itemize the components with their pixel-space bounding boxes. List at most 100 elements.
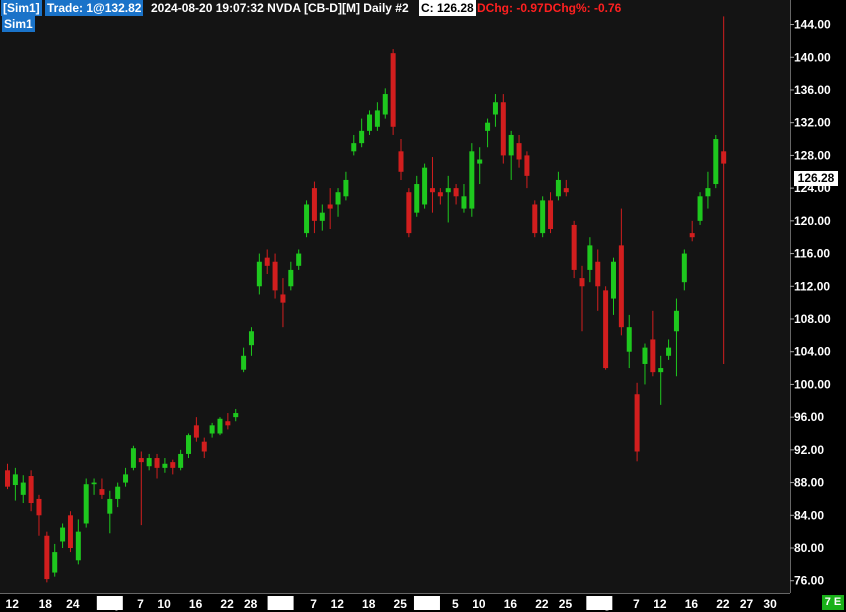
candle-body-down[interactable] <box>264 257 270 266</box>
candle-body-up[interactable] <box>445 188 451 193</box>
candle-body-down[interactable] <box>406 192 412 234</box>
candle-body-up[interactable] <box>241 355 247 370</box>
candle-body-down[interactable] <box>618 245 624 328</box>
candle-body-up[interactable] <box>461 196 467 209</box>
candle-body-up[interactable] <box>162 463 168 468</box>
price-chart[interactable]: 76.00 80.00 84.00 88.00 92.00 96.00 100.00 104.… <box>0 0 846 612</box>
candle-body-down[interactable] <box>327 204 333 209</box>
candle-body-down[interactable] <box>595 261 601 287</box>
price-tick-label: 144.00 <box>794 18 831 32</box>
candle-body-up[interactable] <box>130 448 136 468</box>
candle-body-up[interactable] <box>485 122 491 131</box>
sim-account-tag[interactable]: Sim1 <box>2 16 35 32</box>
candle-body-up[interactable] <box>642 347 648 364</box>
candle-body-up[interactable] <box>540 200 546 234</box>
candle-body-up[interactable] <box>673 310 679 332</box>
candle-body-down[interactable] <box>398 151 404 172</box>
candle-body-up[interactable] <box>12 474 18 486</box>
candle-body-up[interactable] <box>587 245 593 270</box>
candle-body-down[interactable] <box>193 425 199 438</box>
candle-body-down[interactable] <box>429 188 435 193</box>
candle-body-up[interactable] <box>351 143 357 152</box>
candle-body-up[interactable] <box>508 134 514 156</box>
candle-body-down[interactable] <box>390 53 396 127</box>
candle-body-down[interactable] <box>36 498 42 516</box>
candle-body-up[interactable] <box>492 102 498 115</box>
candle-body-up[interactable] <box>382 94 388 115</box>
candle-body-down[interactable] <box>272 261 278 291</box>
candle-body-down[interactable] <box>311 188 317 221</box>
candle-body-up[interactable] <box>335 192 341 205</box>
candle-body-up[interactable] <box>91 482 97 485</box>
candle-body-up[interactable] <box>555 179 561 197</box>
candle-body-up[interactable] <box>705 188 711 197</box>
candle-body-up[interactable] <box>319 212 325 221</box>
candle-body-up[interactable] <box>697 196 703 221</box>
candle-body-up[interactable] <box>209 425 215 434</box>
candle-body-down[interactable] <box>634 394 640 452</box>
candle-body-up[interactable] <box>186 435 192 454</box>
candle-body-up[interactable] <box>20 482 26 495</box>
candle-body-down[interactable] <box>721 151 727 164</box>
candle-body-up[interactable] <box>296 253 302 266</box>
candle-body-up[interactable] <box>367 114 373 131</box>
price-tick-label: 140.00 <box>794 50 831 64</box>
candle-body-up[interactable] <box>75 531 81 561</box>
candle-body-up[interactable] <box>666 347 672 356</box>
candle-body-down[interactable] <box>67 515 73 549</box>
candle-body-down[interactable] <box>280 294 286 303</box>
candle-body-up[interactable] <box>233 413 239 418</box>
candle-body-down[interactable] <box>225 421 231 426</box>
date-tick-label: 12 <box>331 597 345 611</box>
candle-body-up[interactable] <box>359 130 365 144</box>
candle-body-up[interactable] <box>304 204 310 234</box>
candle-body-up[interactable] <box>713 139 719 185</box>
candle-body-up[interactable] <box>288 269 294 287</box>
candle-body-up[interactable] <box>83 484 89 524</box>
candle-body-up[interactable] <box>681 253 687 283</box>
candle-body-down[interactable] <box>28 476 34 504</box>
account-tag[interactable]: [Sim1] <box>1 0 42 16</box>
candle-body-down[interactable] <box>201 441 207 452</box>
candle-body-down[interactable] <box>650 339 656 373</box>
candle-body-up[interactable] <box>146 458 152 467</box>
candle-body-down[interactable] <box>532 204 538 234</box>
candle-body-down[interactable] <box>138 458 144 463</box>
candle-body-up[interactable] <box>343 179 349 197</box>
candle-body-up[interactable] <box>256 261 262 287</box>
candle-body-down[interactable] <box>500 102 506 156</box>
candle-body-up[interactable] <box>107 498 113 514</box>
candle-body-down[interactable] <box>154 458 160 468</box>
candle-body-up[interactable] <box>60 527 66 542</box>
candle-body-up[interactable] <box>610 261 616 299</box>
candle-body-up[interactable] <box>217 418 223 434</box>
candle-body-down[interactable] <box>44 535 50 580</box>
candle-body-down[interactable] <box>524 155 530 176</box>
candle-body-up[interactable] <box>414 184 420 213</box>
candle-body-down[interactable] <box>579 278 585 287</box>
candle-body-up[interactable] <box>248 331 254 346</box>
candle-body-down[interactable] <box>689 233 695 238</box>
candle-body-up[interactable] <box>422 167 428 205</box>
candle-body-down[interactable] <box>99 489 105 495</box>
candle-body-down[interactable] <box>437 192 443 197</box>
corner-label[interactable]: 7 E <box>822 595 844 610</box>
price-tick-label: 116.00 <box>794 247 830 261</box>
candle-body-down[interactable] <box>563 188 569 193</box>
candle-body-down[interactable] <box>453 188 459 197</box>
candle-body-down[interactable] <box>548 200 554 230</box>
candle-body-down[interactable] <box>603 290 609 369</box>
candle-body-up[interactable] <box>374 110 380 127</box>
candle-body-up[interactable] <box>658 368 664 373</box>
candle-body-down[interactable] <box>516 143 522 160</box>
candle-body-up[interactable] <box>123 474 129 483</box>
candle-body-up[interactable] <box>469 151 475 209</box>
candle-body-down[interactable] <box>170 462 176 468</box>
candle-body-up[interactable] <box>52 552 58 573</box>
candle-body-up[interactable] <box>626 327 632 352</box>
candle-body-up[interactable] <box>115 486 121 499</box>
candle-body-down[interactable] <box>5 470 10 487</box>
candle-body-up[interactable] <box>477 159 483 164</box>
candle-body-up[interactable] <box>178 453 184 468</box>
candle-body-down[interactable] <box>571 224 577 270</box>
